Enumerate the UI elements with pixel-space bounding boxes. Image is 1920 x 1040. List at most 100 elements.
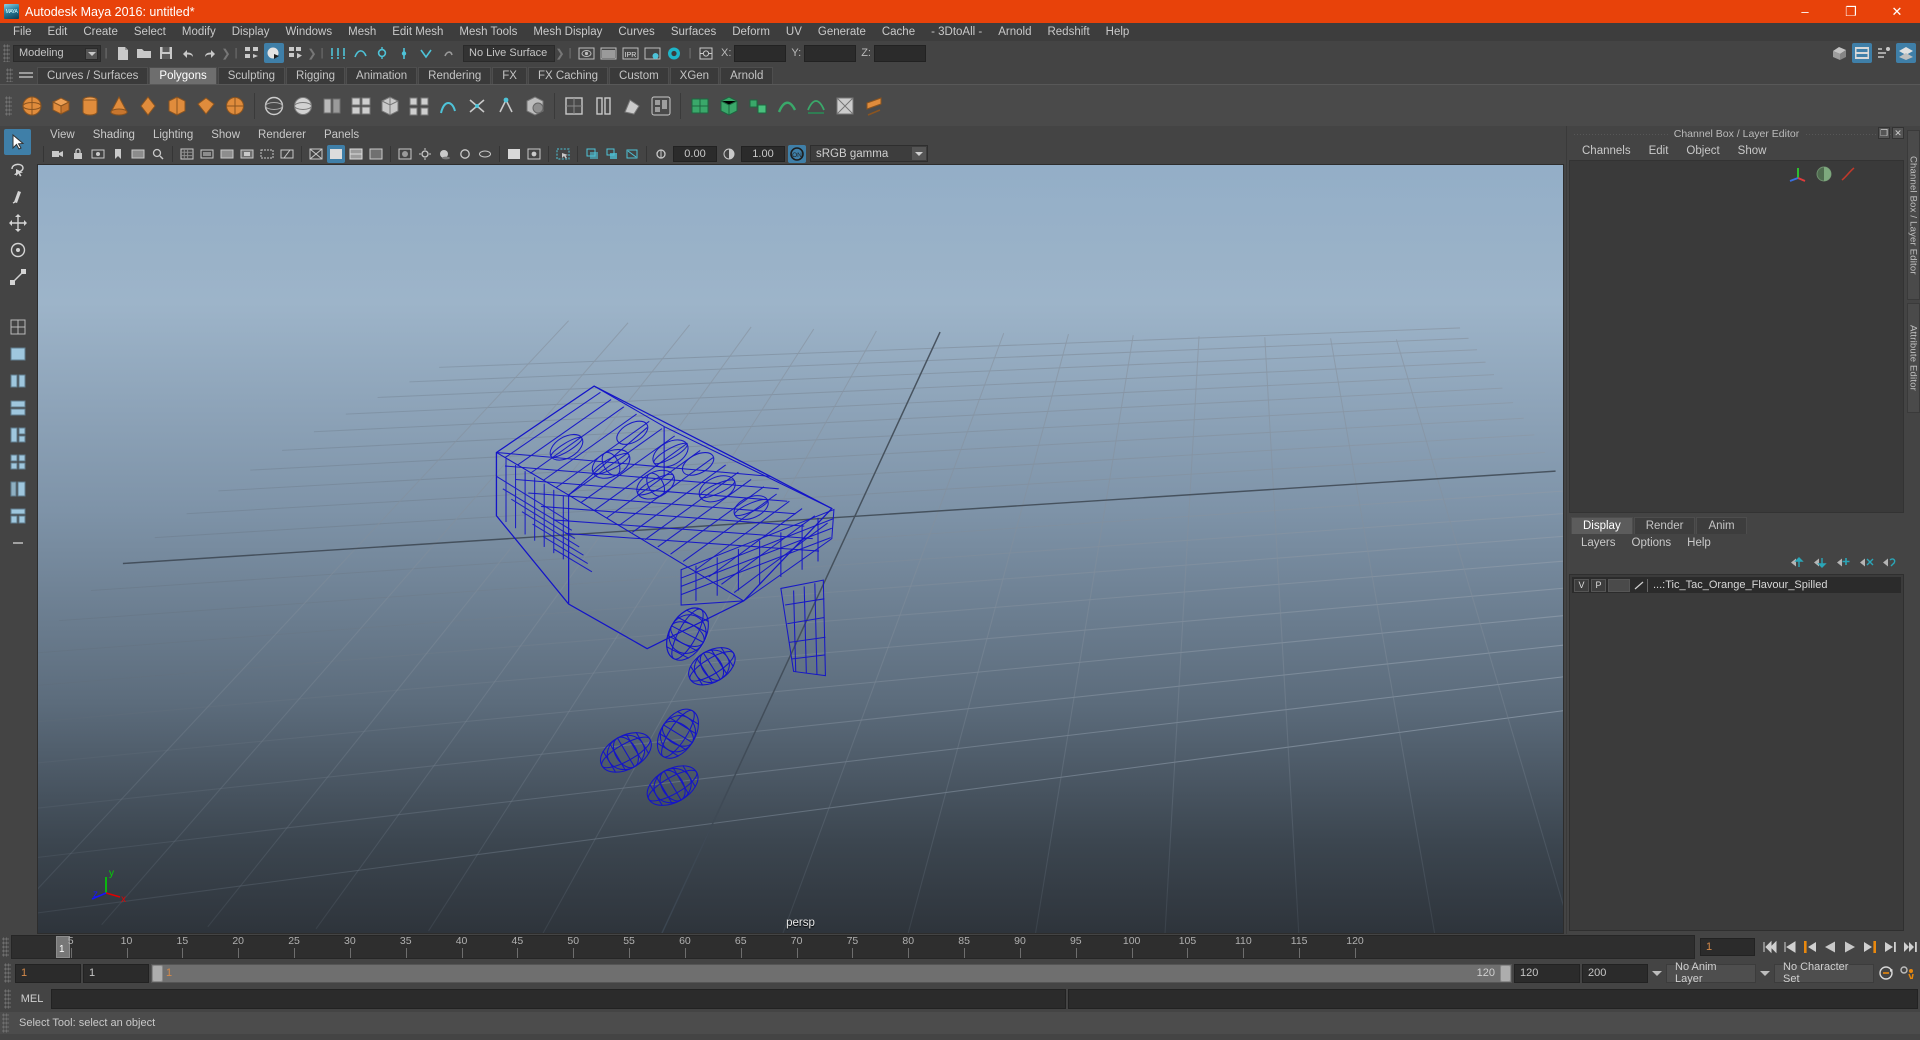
y-input[interactable] [804, 44, 857, 62]
polygon-prism-icon[interactable] [192, 92, 220, 120]
hypershade-layout-icon[interactable] [4, 503, 31, 529]
show-hide-tool-settings-icon[interactable] [1874, 43, 1894, 63]
xray-joints-icon[interactable] [603, 145, 621, 163]
lasso-tool-icon[interactable] [4, 156, 31, 182]
minimize-button[interactable]: – [1782, 0, 1828, 23]
save-scene-icon[interactable] [156, 43, 176, 63]
layer-menu-layers[interactable]: Layers [1573, 534, 1624, 552]
camera-attributes-icon[interactable] [89, 145, 107, 163]
layer-editor-tab-anim[interactable]: Anim [1696, 517, 1747, 534]
shelf-tab-polygons[interactable]: Polygons [149, 67, 217, 84]
viewport-menu-lighting[interactable]: Lighting [144, 126, 202, 144]
uv-unfold-icon[interactable] [618, 92, 646, 120]
shelf-tab-fx-caching[interactable]: FX Caching [527, 67, 609, 84]
color-management-toggle-icon[interactable]: ON [788, 144, 806, 163]
chevron-down-icon[interactable] [85, 47, 98, 60]
wireframe-shading-icon[interactable] [307, 145, 325, 163]
new-layer-from-selected-icon[interactable] [1859, 556, 1875, 569]
select-by-hierarchy-icon[interactable] [242, 43, 262, 63]
render-current-frame-icon[interactable] [576, 43, 596, 63]
shade-wireframe-icon[interactable] [347, 145, 365, 163]
single-pane-layout-icon[interactable] [4, 341, 31, 367]
flat-shade-icon[interactable] [367, 145, 385, 163]
menu-select[interactable]: Select [126, 23, 174, 41]
layer-menu-help[interactable]: Help [1679, 534, 1719, 552]
range-start-time-field[interactable]: 1 [83, 963, 149, 983]
menu-arnold[interactable]: Arnold [990, 23, 1039, 41]
polygon-sphere-icon[interactable] [18, 92, 46, 120]
shelf-tab-curves-surfaces[interactable]: Curves / Surfaces [37, 67, 149, 84]
insert-edge-loop-icon[interactable] [434, 92, 462, 120]
input-output-connections-icon[interactable] [696, 43, 716, 63]
multisample-aa-icon[interactable] [505, 145, 523, 163]
polygon-torus-icon[interactable] [134, 92, 162, 120]
go-to-end-button[interactable] [1900, 937, 1920, 957]
viewport-menu-renderer[interactable]: Renderer [249, 126, 315, 144]
layer-editor-tab-render[interactable]: Render [1633, 517, 1696, 534]
grid-toggle-icon[interactable] [178, 145, 196, 163]
crease-tool-icon[interactable] [773, 92, 801, 120]
lock-camera-icon[interactable] [69, 145, 87, 163]
menu-display[interactable]: Display [224, 23, 278, 41]
layer-options-icon[interactable] [1882, 556, 1898, 569]
show-hide-attribute-editor-icon[interactable] [1852, 43, 1872, 63]
maximize-button[interactable]: ❐ [1828, 0, 1874, 23]
make-live-icon[interactable] [438, 43, 458, 63]
anim-start-time-field[interactable]: 1 [15, 963, 81, 983]
gate-mask-icon[interactable] [238, 145, 256, 163]
menu-cache[interactable]: Cache [874, 23, 923, 41]
render-settings-icon[interactable] [642, 43, 662, 63]
viewport-menu-shading[interactable]: Shading [84, 126, 144, 144]
bookmark-icon[interactable] [109, 145, 127, 163]
vertical-tab-attribute-editor[interactable]: Attribute Editor [1906, 303, 1920, 413]
two-pane-stacked-layout-icon[interactable] [4, 395, 31, 421]
sphere-surface-icon[interactable] [260, 92, 288, 120]
outliner-persp-layout-icon[interactable] [4, 476, 31, 502]
exposure-reset-icon[interactable] [652, 145, 670, 163]
move-layer-up-icon[interactable] [1790, 556, 1806, 569]
channelbox-menu-channels[interactable]: Channels [1573, 142, 1640, 160]
shelf-menu-icon[interactable] [19, 67, 33, 83]
polygon-cylinder-icon[interactable] [76, 92, 104, 120]
viewport-menu-show[interactable]: Show [202, 126, 249, 144]
open-scene-icon[interactable] [134, 43, 154, 63]
close-button[interactable]: ✕ [1874, 0, 1920, 23]
layer-list[interactable]: V P ...:Tic_Tac_Orange_Flavour_Spilled [1569, 574, 1904, 931]
menu-edit[interactable]: Edit [40, 23, 76, 41]
menu-windows[interactable]: Windows [277, 23, 340, 41]
snap-to-view-planes-icon[interactable] [416, 43, 436, 63]
layer-row[interactable]: V P ...:Tic_Tac_Orange_Flavour_Spilled [1572, 577, 1901, 593]
expand-toolbox-icon[interactable] [4, 530, 31, 556]
menu-set-selector[interactable]: Modeling [13, 44, 101, 62]
step-back-key-button[interactable] [1780, 937, 1800, 957]
step-forward-key-button[interactable] [1880, 937, 1900, 957]
close-panel-icon[interactable]: ✕ [1892, 127, 1904, 139]
menu-mesh[interactable]: Mesh [340, 23, 384, 41]
command-line-grip[interactable] [4, 989, 11, 1009]
layer-color-swatch[interactable] [1608, 578, 1630, 592]
auto-keyframe-toggle-icon[interactable] [1876, 963, 1896, 983]
gamma-icon[interactable] [720, 145, 738, 163]
curve-editor-icon[interactable] [1839, 165, 1857, 183]
polygon-cube-icon[interactable] [47, 92, 75, 120]
uv-cut-icon[interactable] [589, 92, 617, 120]
xray-icon[interactable] [583, 145, 601, 163]
new-layer-icon[interactable] [1836, 556, 1852, 569]
target-weld-icon[interactable] [492, 92, 520, 120]
channelbox-menu-edit[interactable]: Edit [1640, 142, 1678, 160]
redo-icon[interactable] [200, 43, 220, 63]
show-hide-modeling-toolkit-icon[interactable] [1830, 43, 1850, 63]
shelf-tab-fx[interactable]: FX [492, 67, 527, 84]
layer-playback-toggle[interactable]: P [1591, 578, 1606, 592]
image-plane-icon[interactable] [129, 145, 147, 163]
select-by-object-type-icon[interactable] [264, 43, 284, 63]
shading-sphere-icon[interactable] [1815, 165, 1833, 183]
four-pane-layout-icon[interactable] [4, 449, 31, 475]
anim-layer-dropdown-icon[interactable] [1650, 964, 1664, 983]
channel-box-body[interactable] [1569, 160, 1904, 513]
ipr-render-icon[interactable]: IPR [620, 43, 640, 63]
menu-generate[interactable]: Generate [810, 23, 874, 41]
resolution-gate-icon[interactable] [218, 145, 236, 163]
animation-preferences-icon[interactable] [1898, 963, 1918, 983]
range-slider-bar[interactable]: 1 120 [151, 963, 1512, 983]
